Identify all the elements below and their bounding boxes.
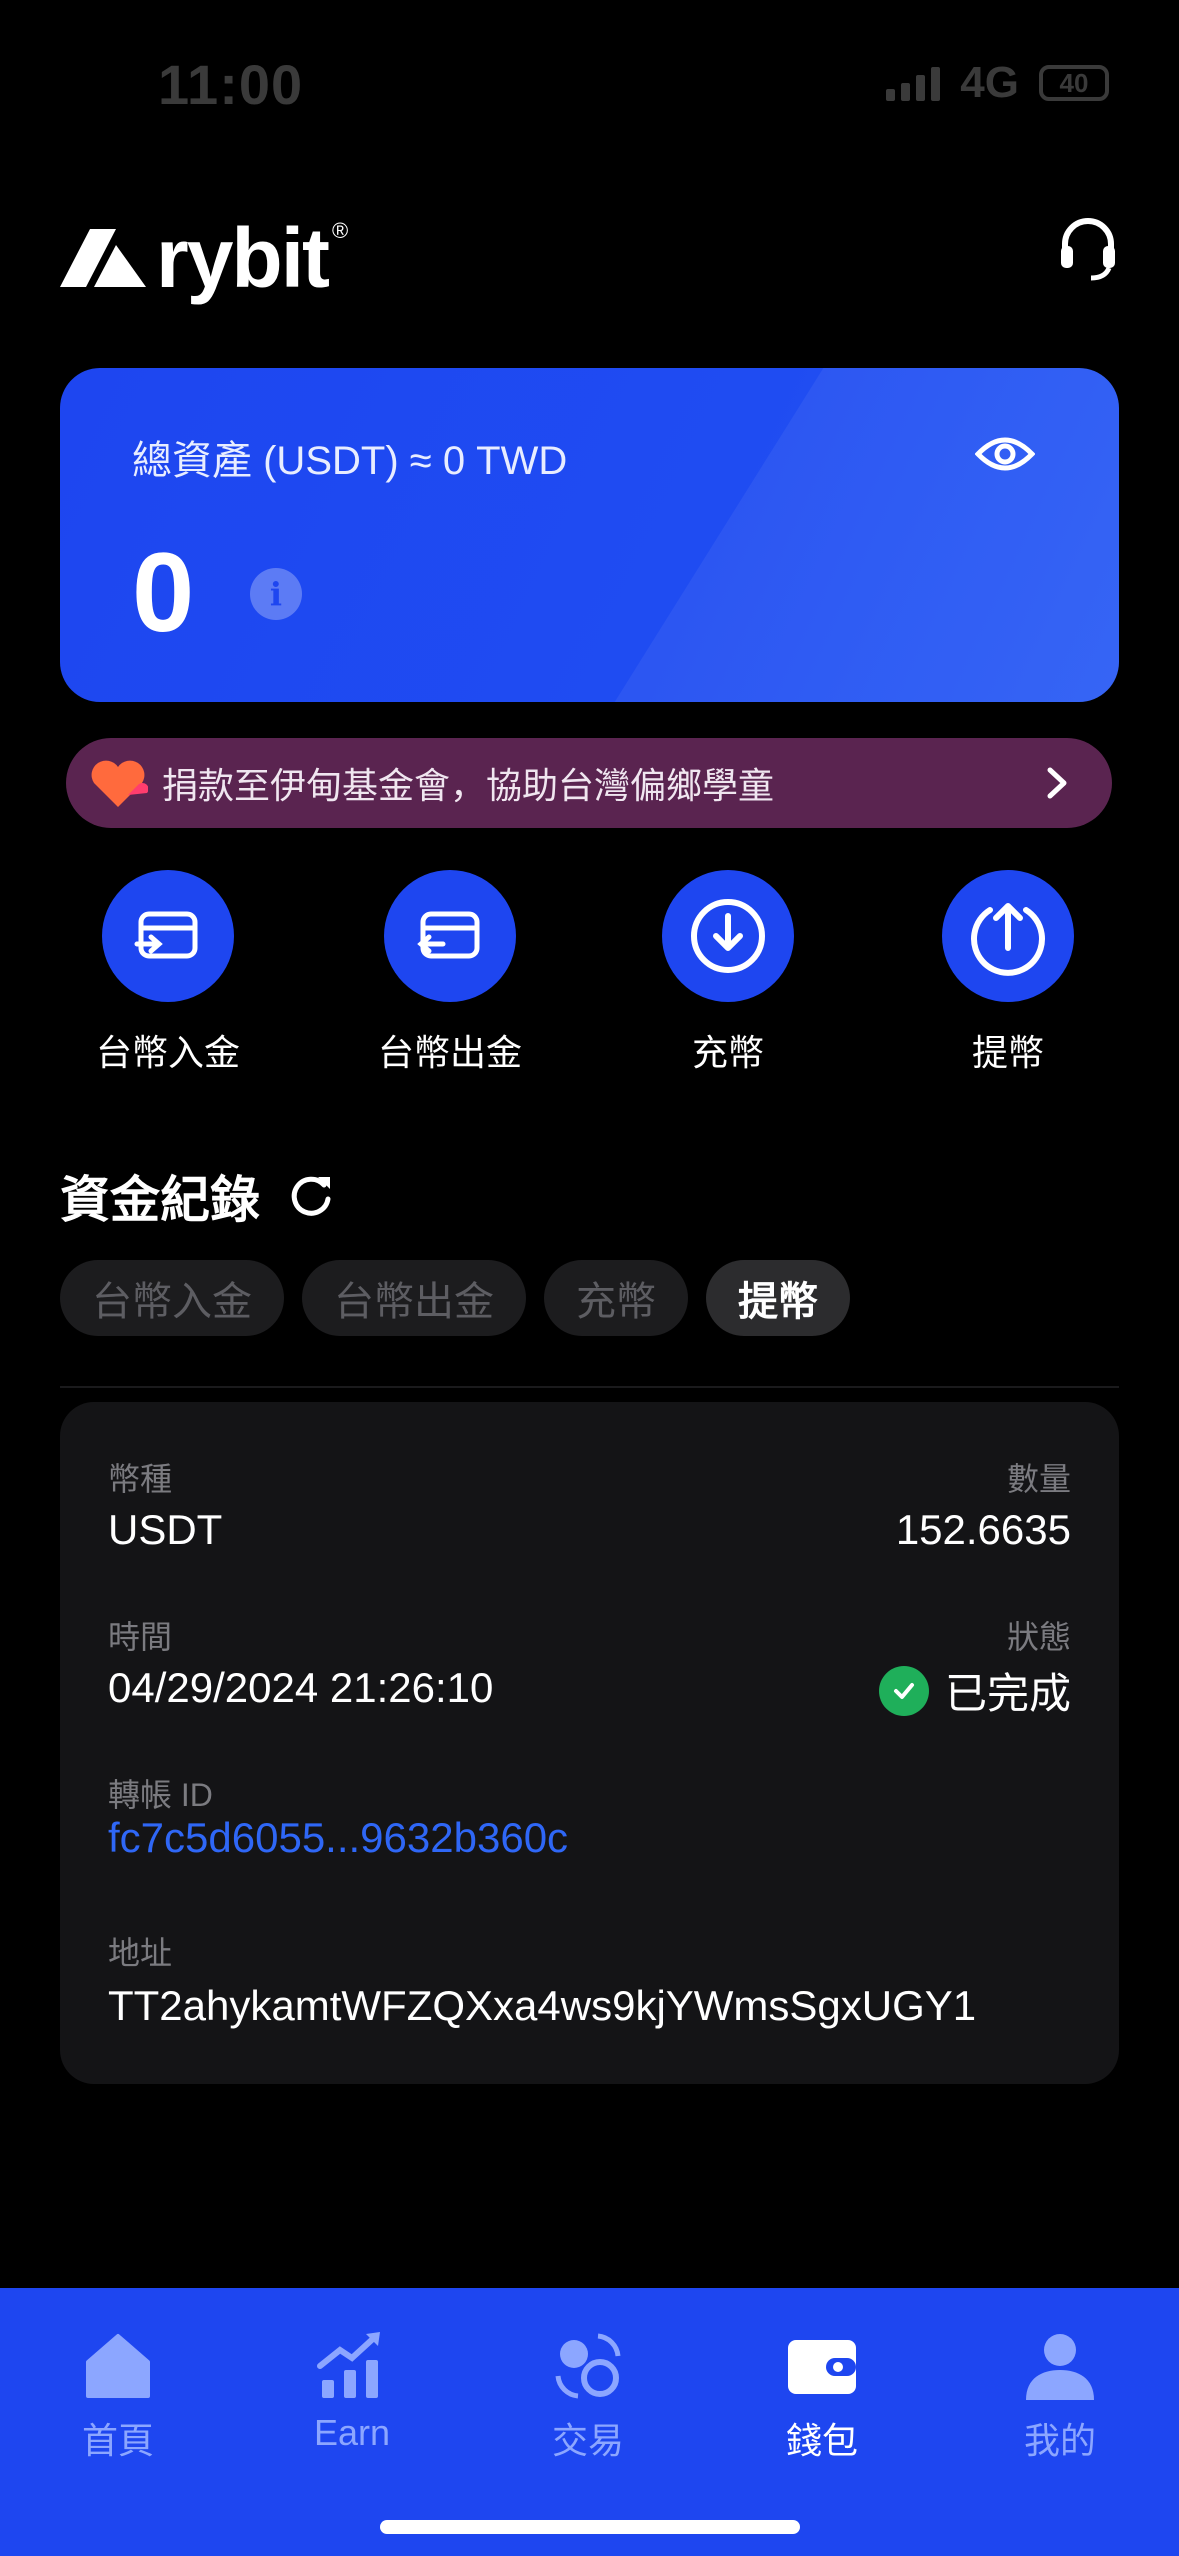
logo-text: rybit	[156, 211, 330, 305]
status-badge: 已完成	[878, 1660, 1071, 1721]
user-icon	[1026, 2334, 1094, 2400]
heart-icon	[91, 760, 148, 807]
txid-label: 轉帳 ID	[108, 1777, 213, 1813]
tab-twd-withdraw[interactable]: 台幣出金	[302, 1260, 526, 1336]
divider	[60, 1386, 1119, 1388]
tab-crypto-deposit[interactable]: 充幣	[544, 1260, 688, 1336]
card-in-icon	[102, 870, 234, 1002]
time-label: 時間	[108, 1619, 173, 1655]
time-value: 04/29/2024 21:26:10	[108, 1664, 494, 1711]
status-value: 已完成	[944, 1670, 1071, 1717]
donation-banner[interactable]: 捐款至伊甸基金會，協助台灣偏鄉學童	[66, 738, 1112, 828]
action-label: 台幣入金	[95, 1032, 240, 1073]
signal-icon	[886, 65, 941, 101]
tab-profile[interactable]: 我的	[970, 2326, 1150, 2464]
crypto-deposit-button[interactable]: 充幣	[608, 870, 848, 1076]
coin-value: USDT	[108, 1506, 223, 1553]
txid-link[interactable]: fc7c5d6055...9632b360c	[108, 1814, 568, 1862]
crypto-withdraw-button[interactable]: 提幣	[888, 870, 1128, 1076]
tab-earn[interactable]: Earn	[262, 2326, 442, 2454]
tab-label: Earn	[313, 2412, 391, 2453]
wallet-icon	[788, 2340, 856, 2394]
chart-icon	[317, 2332, 380, 2398]
banner-text: 捐款至伊甸基金會，協助台灣偏鄉學童	[162, 765, 775, 806]
tab-label: 錢包	[785, 2420, 858, 2461]
withdraw-icon	[942, 870, 1074, 1002]
action-label: 提幣	[971, 1032, 1044, 1073]
twd-withdraw-button[interactable]: 台幣出金	[330, 870, 570, 1076]
network-label: 4G	[960, 58, 1019, 107]
amount-label: 數量	[1006, 1461, 1071, 1497]
action-label: 台幣出金	[377, 1032, 522, 1073]
twd-deposit-button[interactable]: 台幣入金	[48, 870, 288, 1076]
info-icon[interactable]: i	[250, 568, 302, 620]
record-filter-tabs: 台幣入金 台幣出金 充幣 提幣	[60, 1260, 850, 1336]
exchange-icon	[555, 2333, 621, 2399]
check-icon	[878, 1665, 929, 1716]
total-assets-value: 0	[132, 530, 195, 655]
logo-registered: ®	[332, 217, 349, 243]
bottom-tab-bar: 首頁 Earn 交易 錢包 我的	[0, 2288, 1179, 2556]
tab-label: 交易	[551, 2420, 624, 2461]
coin-label: 幣種	[108, 1461, 173, 1497]
headset-icon[interactable]	[1053, 212, 1123, 282]
tab-crypto-withdraw[interactable]: 提幣	[706, 1260, 850, 1336]
status-label: 狀態	[1006, 1619, 1071, 1655]
home-indicator[interactable]	[380, 2520, 800, 2534]
logo-mark-icon	[60, 228, 146, 287]
total-assets-label: 總資產 (USDT) ≈ 0 TWD	[132, 439, 568, 483]
card-decoration	[614, 368, 1119, 702]
action-label: 充幣	[691, 1032, 764, 1073]
deposit-icon	[662, 870, 794, 1002]
tab-trade[interactable]: 交易	[498, 2326, 678, 2464]
status-time: 11:00	[158, 53, 304, 116]
records-header: 資金紀錄	[60, 1160, 334, 1232]
status-indicators: 4G 40	[886, 58, 1109, 108]
brand-logo: rybit ®	[60, 210, 348, 307]
amount-value: 152.6635	[895, 1506, 1071, 1553]
tab-home[interactable]: 首頁	[28, 2326, 208, 2464]
eye-icon[interactable]	[975, 430, 1035, 478]
balance-card: 總資產 (USDT) ≈ 0 TWD 0 i	[60, 368, 1119, 702]
tab-twd-deposit[interactable]: 台幣入金	[60, 1260, 284, 1336]
battery-icon: 40	[1039, 65, 1109, 101]
home-icon	[86, 2334, 150, 2398]
tab-label: 我的	[1023, 2420, 1096, 2461]
withdraw-record-card[interactable]: 幣種 數量 USDT 152.6635 時間 狀態 04/29/2024 21:…	[60, 1402, 1119, 2084]
battery-level: 40	[1059, 67, 1089, 98]
card-out-icon	[384, 870, 516, 1002]
chevron-right-icon	[1047, 767, 1067, 799]
address-label: 地址	[108, 1935, 173, 1971]
tab-wallet[interactable]: 錢包	[732, 2326, 912, 2464]
address-value: TT2ahykamtWFZQXxa4ws9kjYWmsSgxUGY1	[108, 1982, 977, 2029]
refresh-icon[interactable]	[288, 1173, 334, 1219]
tab-label: 首頁	[81, 2420, 154, 2461]
records-title: 資金紀錄	[60, 1172, 260, 1228]
